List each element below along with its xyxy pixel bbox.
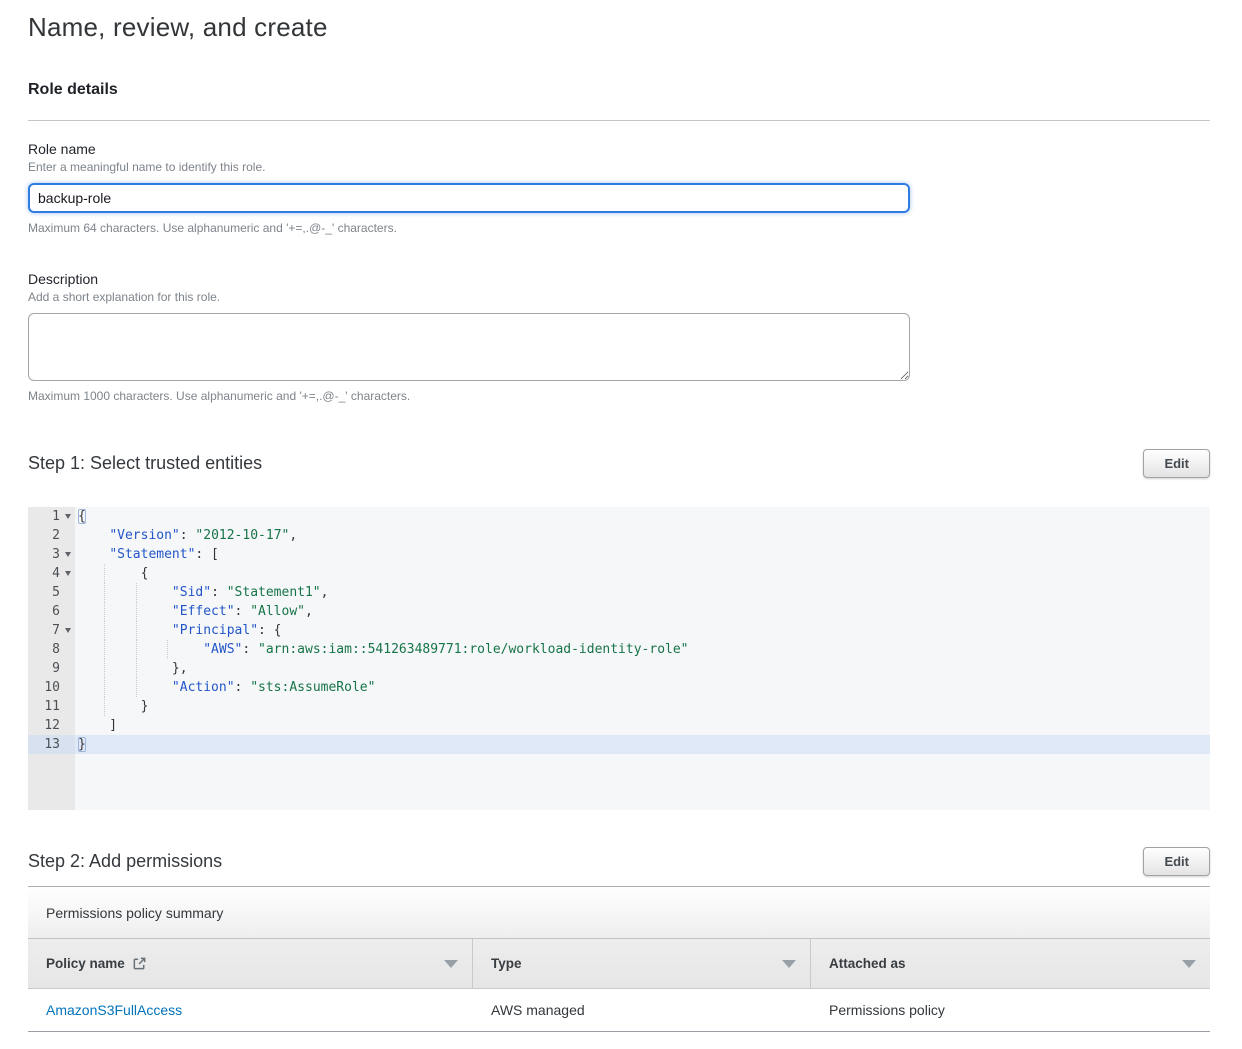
role-name-label: Role name — [28, 141, 1210, 157]
step2-header-row: Step 2: Add permissions Edit — [28, 847, 1210, 876]
column-header-policy-name[interactable]: Policy name — [28, 939, 473, 988]
attached-as-column-label: Attached as — [829, 956, 906, 971]
editor-code[interactable]: { "Version": "2012-10-17", "Statement": … — [75, 507, 1210, 810]
fold-arrow-icon[interactable] — [65, 514, 71, 519]
permissions-table-header: Policy name Type Attached as — [28, 939, 1210, 989]
description-help: Add a short explanation for this role. — [28, 290, 1210, 304]
attached-as-value: Permissions policy — [829, 1002, 945, 1018]
editor-gutter: 12345678910111213 — [28, 507, 75, 810]
policy-name-link[interactable]: AmazonS3FullAccess — [46, 1002, 182, 1018]
permissions-summary-panel: Permissions policy summary Policy name T… — [28, 886, 1210, 1032]
step1-header-row: Step 1: Select trusted entities Edit — [28, 449, 1210, 478]
role-details-heading: Role details — [28, 81, 1210, 99]
filter-triangle-icon[interactable] — [1182, 960, 1196, 968]
section-divider — [28, 120, 1210, 121]
step1-edit-button[interactable]: Edit — [1143, 449, 1210, 478]
external-link-icon — [132, 956, 147, 971]
fold-arrow-icon[interactable] — [65, 571, 71, 576]
filter-triangle-icon[interactable] — [444, 960, 458, 968]
description-label: Description — [28, 271, 1210, 287]
description-constraint: Maximum 1000 characters. Use alphanumeri… — [28, 389, 1210, 403]
page-title: Name, review, and create — [28, 12, 1210, 43]
trust-policy-editor[interactable]: 12345678910111213 { "Version": "2012-10-… — [28, 507, 1210, 810]
column-header-type[interactable]: Type — [473, 939, 811, 988]
permissions-summary-title: Permissions policy summary — [28, 887, 1210, 939]
policy-name-column-label: Policy name — [46, 956, 125, 971]
description-textarea[interactable] — [28, 313, 910, 381]
policy-type-value: AWS managed — [491, 1002, 585, 1018]
role-name-constraint: Maximum 64 characters. Use alphanumeric … — [28, 221, 1210, 235]
role-name-help: Enter a meaningful name to identify this… — [28, 160, 1210, 174]
column-header-attached-as[interactable]: Attached as — [811, 939, 1210, 988]
step2-heading: Step 2: Add permissions — [28, 851, 222, 872]
fold-arrow-icon[interactable] — [65, 552, 71, 557]
step1-heading: Step 1: Select trusted entities — [28, 453, 262, 474]
filter-triangle-icon[interactable] — [782, 960, 796, 968]
role-name-input[interactable] — [28, 183, 910, 213]
step2-edit-button[interactable]: Edit — [1143, 847, 1210, 876]
table-row: AmazonS3FullAccess AWS managed Permissio… — [28, 989, 1210, 1032]
fold-arrow-icon[interactable] — [65, 628, 71, 633]
type-column-label: Type — [491, 956, 522, 971]
